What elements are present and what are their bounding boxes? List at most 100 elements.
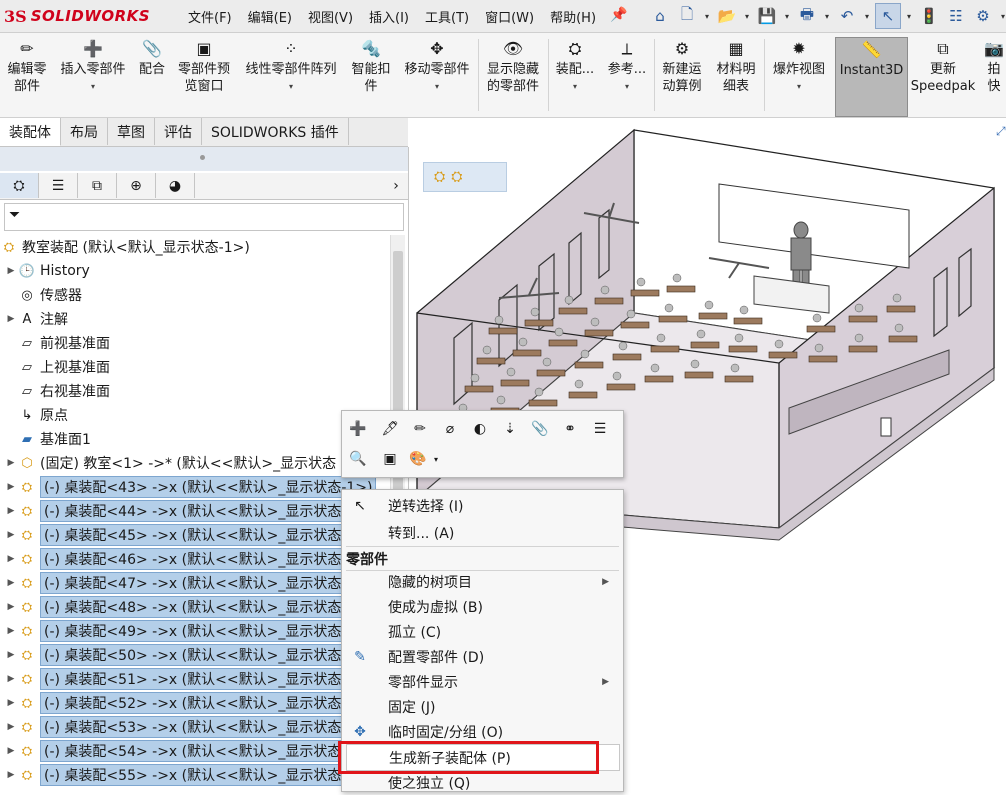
tree-item-desk-52[interactable]: ▶ ⛭ (-) 桌装配<52> ->x (默认<<默认>_显示状态 [0, 691, 390, 715]
tree-item-front-plane[interactable]: ▱ 前视基准面 [0, 331, 390, 355]
expand-arrow-icon[interactable]: ▶ [4, 458, 18, 468]
move-component-button[interactable]: ✥ 移动零部件 ▾ [400, 37, 474, 115]
tab-assembly[interactable]: 装配体 [0, 118, 61, 146]
tree-item-desk-53[interactable]: ▶ ⛭ (-) 桌装配<53> ->x (默认<<默认>_显示状态 [0, 715, 390, 739]
component-properties-icon[interactable]: ☰ [588, 417, 612, 441]
open-component-icon[interactable]: ▣ [378, 447, 402, 471]
move-component-dropdown-icon[interactable]: ▾ [435, 78, 439, 95]
move-to-icon[interactable]: ⇣ [498, 417, 522, 441]
expand-arrow-icon[interactable]: ▶ [4, 482, 18, 492]
menu-go-to[interactable]: 转到... (A) [342, 520, 623, 545]
filter-funnel-icon[interactable]: ⏷ [9, 207, 20, 223]
insert-component-dropdown-icon[interactable]: ▾ [91, 78, 95, 95]
tree-item-annotations[interactable]: ▶ A 注解 [0, 307, 390, 331]
options-dropdown-icon[interactable]: ▾ [998, 12, 1006, 21]
undo-icon[interactable]: ↶ [835, 4, 859, 28]
panel-tabs-scroll-right-icon[interactable]: › [384, 173, 408, 198]
undo-dropdown-icon[interactable]: ▾ [862, 12, 872, 21]
insert-component-icon[interactable]: ➕ [346, 417, 370, 441]
expand-arrow-icon[interactable]: ▶ [4, 698, 18, 708]
pin-icon[interactable]: 📌 [610, 7, 627, 23]
breadcrumb-assembly-icon[interactable]: ⛭ [434, 169, 445, 185]
bill-of-materials-button[interactable]: ▦ 材料明 细表 [712, 37, 760, 115]
new-document-icon[interactable]: 🗋 [675, 4, 699, 28]
tree-item-desk-46[interactable]: ▶ ⛭ (-) 桌装配<46> ->x (默认<<默认>_显示状态 [0, 547, 390, 571]
view-heads-up-icon[interactable]: ⤢ [996, 124, 1006, 139]
traffic-light-icon[interactable]: 🚦 [917, 4, 941, 28]
tree-item-desk-49[interactable]: ▶ ⛭ (-) 桌装配<49> ->x (默认<<默认>_显示状态 [0, 619, 390, 643]
expand-arrow-icon[interactable]: ▶ [4, 530, 18, 540]
smart-fasteners-button[interactable]: 🔩 智能扣 件 [348, 37, 394, 115]
reference-geometry-button[interactable]: ⟂ 参考... ▾ [604, 37, 650, 115]
tree-item-desk-43[interactable]: ▶ ⛭ (-) 桌装配<43> ->x (默认<<默认>_显示状态-1>) [0, 475, 390, 499]
tab-sketch[interactable]: 草图 [108, 118, 155, 145]
menu-isolate[interactable]: 孤立 (C) [342, 619, 623, 644]
solidworks-logo[interactable]: 3S SOLIDWORKS [4, 4, 150, 28]
tree-item-desk-51[interactable]: ▶ ⛭ (-) 桌装配<51> ->x (默认<<默认>_显示状态 [0, 667, 390, 691]
tab-layout[interactable]: 布局 [61, 118, 108, 145]
new-motion-study-button[interactable]: ⚙ 新建运 动算例 [658, 37, 706, 115]
expand-arrow-icon[interactable]: ▶ [4, 506, 18, 516]
home-icon[interactable]: ⌂ [648, 4, 672, 28]
tree-item-top-plane[interactable]: ▱ 上视基准面 [0, 355, 390, 379]
expand-arrow-icon[interactable]: ▶ [4, 650, 18, 660]
menu-component-display[interactable]: 零部件显示 ▶ [342, 669, 623, 694]
menu-insert[interactable]: 插入(I) [361, 7, 417, 26]
expand-arrow-icon[interactable]: ▶ [4, 674, 18, 684]
smart-mate-icon[interactable]: 🖋 [378, 417, 402, 441]
snapshot-button[interactable]: 📷 拍快 [982, 37, 1006, 115]
mate-button[interactable]: 📎 配合 [136, 37, 168, 115]
save-dropdown-icon[interactable]: ▾ [782, 12, 792, 21]
insert-component-button[interactable]: ➕ 插入零部件 ▾ [56, 37, 130, 115]
appearance-dropdown-icon[interactable]: ▾ [430, 447, 442, 471]
tree-root[interactable]: ⛭ 教室装配 (默认<默认_显示状态-1>) [0, 235, 390, 259]
assembly-features-dropdown-icon[interactable]: ▾ [573, 78, 577, 95]
zoom-to-selection-icon[interactable]: 🔍 [346, 447, 370, 471]
menu-fix[interactable]: 固定 (J) [342, 694, 623, 719]
configuration-manager-tab-icon[interactable]: ⧉ [78, 173, 117, 198]
tree-item-desk-45[interactable]: ▶ ⛭ (-) 桌装配<45> ->x (默认<<默认>_显示状态 [0, 523, 390, 547]
menu-invert-selection[interactable]: ↖ 逆转选择 (I) [342, 493, 623, 518]
tree-item-desk-50[interactable]: ▶ ⛭ (-) 桌装配<50> ->x (默认<<默认>_显示状态 [0, 643, 390, 667]
tree-item-desk-54[interactable]: ▶ ⛭ (-) 桌装配<54> ->x (默认<<默认>_显示状态 [0, 739, 390, 763]
dimxpert-tab-icon[interactable]: ⊕ [117, 173, 156, 198]
selection-breadcrumb[interactable]: ⛭ ⛭ [423, 162, 507, 192]
tree-item-classroom[interactable]: ▶ ⬡ (固定) 教室<1> ->* (默认<<默认>_显示状态 [0, 451, 390, 475]
save-icon[interactable]: 💾 [755, 4, 779, 28]
tree-item-history[interactable]: ▶ 🕒 History [0, 259, 390, 283]
feature-manager-tab-icon[interactable]: ⛭ [0, 173, 39, 198]
panel-splitter[interactable] [0, 147, 408, 171]
view-mates-icon[interactable]: ⚭ [558, 417, 582, 441]
change-transparency-icon[interactable]: ◐ [468, 417, 492, 441]
new-dropdown-icon[interactable]: ▾ [702, 12, 712, 21]
expand-arrow-icon[interactable]: ▶ [4, 314, 18, 324]
update-speedpak-button[interactable]: ⧉ 更新 Speedpak [910, 37, 976, 115]
tree-item-plane1[interactable]: ▰ 基准面1 [0, 427, 390, 451]
tree-item-desk-44[interactable]: ▶ ⛭ (-) 桌装配<44> ->x (默认<<默认>_显示状态 [0, 499, 390, 523]
tree-item-origin[interactable]: ↳ 原点 [0, 403, 390, 427]
menu-view[interactable]: 视图(V) [300, 7, 361, 26]
breadcrumb-subassembly-icon[interactable]: ⛭ [451, 169, 462, 185]
expand-arrow-icon[interactable]: ▶ [4, 554, 18, 564]
component-preview-button[interactable]: ▣ 零部件预 览窗口 [172, 37, 236, 115]
select-cursor-icon[interactable]: ↖ [875, 3, 901, 29]
tree-item-desk-47[interactable]: ▶ ⛭ (-) 桌装配<47> ->x (默认<<默认>_显示状态 [0, 571, 390, 595]
menu-configure-component[interactable]: ✎ 配置零部件 (D) [342, 644, 623, 669]
expand-arrow-icon[interactable]: ▶ [4, 602, 18, 612]
print-icon[interactable]: 🖶 [795, 4, 819, 28]
exploded-view-button[interactable]: ✹ 爆炸视图 ▾ [768, 37, 830, 115]
show-hidden-button[interactable]: 👁 显示隐藏 的零部件 [482, 37, 544, 115]
display-manager-tab-icon[interactable]: ◕ [156, 173, 195, 198]
menu-hidden-tree-items[interactable]: 隐藏的树项目 ▶ [342, 569, 623, 594]
menu-make-virtual[interactable]: 使成为虚拟 (B) [342, 594, 623, 619]
edit-component-icon[interactable]: ✏ [408, 417, 432, 441]
expand-arrow-icon[interactable]: ▶ [4, 722, 18, 732]
menu-help[interactable]: 帮助(H) [542, 7, 604, 26]
tree-item-desk-48[interactable]: ▶ ⛭ (-) 桌装配<48> ->x (默认<<默认>_显示状态 [0, 595, 390, 619]
mate-icon[interactable]: 📎 [528, 417, 552, 441]
options-gear-icon[interactable]: ⚙ [971, 4, 995, 28]
tree-item-right-plane[interactable]: ▱ 右视基准面 [0, 379, 390, 403]
linear-pattern-dropdown-icon[interactable]: ▾ [289, 78, 293, 95]
menu-edit[interactable]: 编辑(E) [240, 7, 300, 26]
tab-solidworks-addins[interactable]: SOLIDWORKS 插件 [202, 118, 349, 145]
